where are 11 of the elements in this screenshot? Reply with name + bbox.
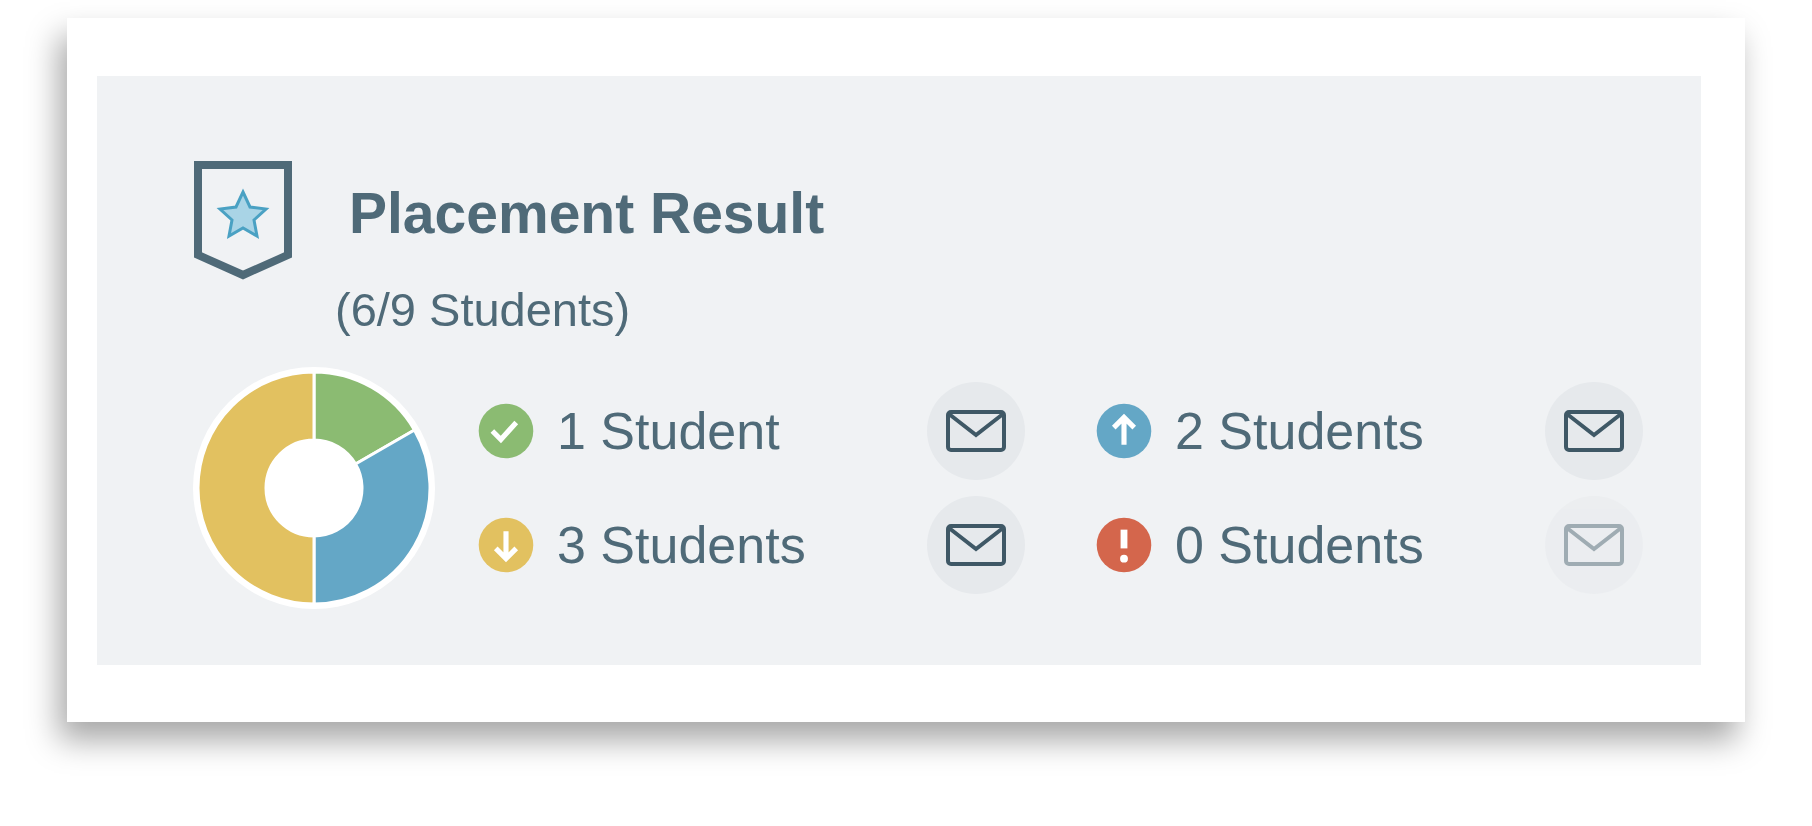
envelope-icon: [945, 409, 1007, 453]
student-count: (6/9 Students): [335, 282, 632, 337]
card-title: Placement Result: [349, 180, 825, 246]
student-count: 3 Students: [557, 515, 807, 575]
student-count: 1 Student: [557, 401, 781, 461]
star-badge-icon: [193, 160, 293, 280]
envelope-icon: [1563, 409, 1625, 453]
student-count: 0 Students: [1175, 515, 1425, 575]
envelope-icon: [1563, 523, 1625, 567]
envelope-icon: [945, 523, 1007, 567]
student-count: 2 Students: [1175, 401, 1425, 461]
